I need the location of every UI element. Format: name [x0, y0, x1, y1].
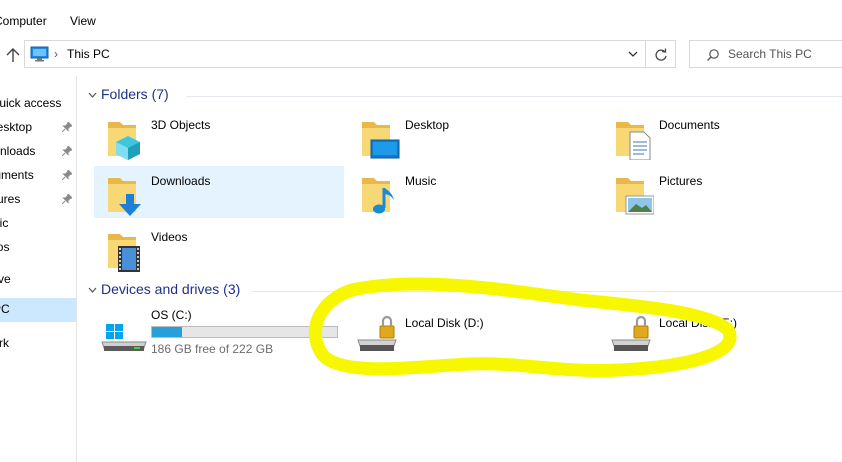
documents-folder-icon: [616, 122, 651, 160]
drives-section-title: Devices and drives (3): [101, 281, 241, 297]
folder-3d-objects[interactable]: 3D Objects: [94, 110, 344, 162]
nav-item-quick-access[interactable]: Quick access: [0, 92, 76, 116]
folder-label: 3D Objects: [151, 118, 211, 132]
nav-item-label: Music: [0, 216, 9, 230]
nav-item-desktop[interactable]: Desktop: [0, 116, 76, 140]
drive-usage-bar: [151, 326, 338, 338]
drives-section-header[interactable]: Devices and drives (3): [88, 281, 842, 301]
nav-item-label: Quick access: [0, 96, 62, 110]
nav-item-label: Pictures: [0, 192, 21, 206]
drive-usage-fill: [152, 327, 182, 337]
locked-drive-icon: [611, 315, 651, 351]
nav-item-label: Downloads: [0, 144, 36, 158]
downloads-folder-icon: [108, 178, 141, 216]
folder-downloads[interactable]: Downloads: [94, 166, 344, 218]
search-icon: [707, 49, 719, 61]
folder-documents[interactable]: Documents: [602, 110, 842, 162]
folders-section-title: Folders (7): [101, 86, 169, 102]
videos-folder-icon: [108, 234, 140, 272]
3d-objects-folder-icon: [108, 122, 140, 160]
folder-label: Pictures: [659, 174, 703, 188]
nav-item-downloads[interactable]: Downloads: [0, 140, 76, 164]
nav-item-documents[interactable]: Documents: [0, 164, 76, 188]
nav-item-label: This PC: [0, 302, 10, 316]
drive-free-space: 186 GB free of 222 GB: [151, 342, 274, 356]
folder-desktop[interactable]: Desktop: [348, 110, 598, 162]
nav-item-music[interactable]: Music: [0, 212, 76, 236]
folder-label: Desktop: [405, 118, 450, 132]
drive-e[interactable]: Local Disk (E:): [602, 306, 842, 362]
menu-view[interactable]: View: [70, 14, 96, 28]
breadcrumb-separator: ›: [54, 47, 58, 61]
drive-label: Local Disk (D:): [405, 316, 484, 330]
breadcrumb-this-pc[interactable]: This PC: [67, 47, 110, 61]
nav-item-label: Desktop: [0, 120, 33, 134]
this-pc-icon: [30, 46, 49, 62]
section-divider: [186, 96, 842, 97]
nav-item-videos[interactable]: Videos: [0, 236, 76, 260]
pin-icon[interactable]: [62, 146, 72, 156]
pin-icon[interactable]: [62, 122, 72, 132]
nav-item-onedrive[interactable]: OneDrive: [0, 268, 76, 292]
drive-label: OS (C:): [151, 308, 192, 322]
folder-label: Downloads: [151, 174, 211, 188]
nav-item-label: Videos: [0, 240, 10, 254]
search-input[interactable]: [728, 46, 838, 62]
folder-label: Music: [405, 174, 437, 188]
nav-item-label: Network: [0, 336, 10, 350]
drive-d[interactable]: Local Disk (D:): [348, 306, 598, 362]
folder-music[interactable]: Music: [348, 166, 598, 218]
drive-c[interactable]: OS (C:) 186 GB free of 222 GB: [94, 304, 344, 360]
nav-item-pictures[interactable]: Pictures: [0, 188, 76, 212]
refresh-button[interactable]: [646, 40, 676, 68]
menu-computer[interactable]: Computer: [0, 14, 47, 28]
section-divider: [252, 291, 842, 292]
folder-videos[interactable]: Videos: [94, 222, 344, 274]
folders-section-header[interactable]: Folders (7): [88, 86, 842, 106]
folder-label: Videos: [151, 230, 188, 244]
nav-item-network[interactable]: Network: [0, 332, 76, 356]
chevron-down-icon[interactable]: [88, 287, 97, 294]
ribbon-menu: Computer View: [0, 0, 842, 38]
pictures-folder-icon: [616, 178, 654, 215]
up-arrow-icon[interactable]: [3, 46, 23, 64]
chevron-down-icon[interactable]: [627, 48, 639, 60]
folder-pictures[interactable]: Pictures: [602, 166, 842, 218]
chevron-down-icon[interactable]: [88, 92, 97, 99]
music-folder-icon: [362, 178, 394, 214]
locked-drive-icon: [357, 315, 397, 351]
nav-item-this-pc[interactable]: This PC: [0, 298, 76, 322]
address-bar[interactable]: › This PC: [24, 40, 646, 68]
refresh-icon: [655, 48, 667, 61]
nav-item-label: Documents: [0, 168, 34, 182]
windows-drive-icon: [101, 324, 147, 351]
desktop-folder-icon: [362, 122, 400, 159]
pin-icon[interactable]: [62, 170, 72, 180]
pin-icon[interactable]: [62, 194, 72, 204]
search-box[interactable]: [689, 40, 842, 68]
drive-label: Local Disk (E:): [659, 316, 738, 330]
navigation-pane: Quick access Desktop Downloads Documents…: [0, 76, 77, 462]
nav-item-label: OneDrive: [0, 272, 11, 286]
folder-label: Documents: [659, 118, 720, 132]
